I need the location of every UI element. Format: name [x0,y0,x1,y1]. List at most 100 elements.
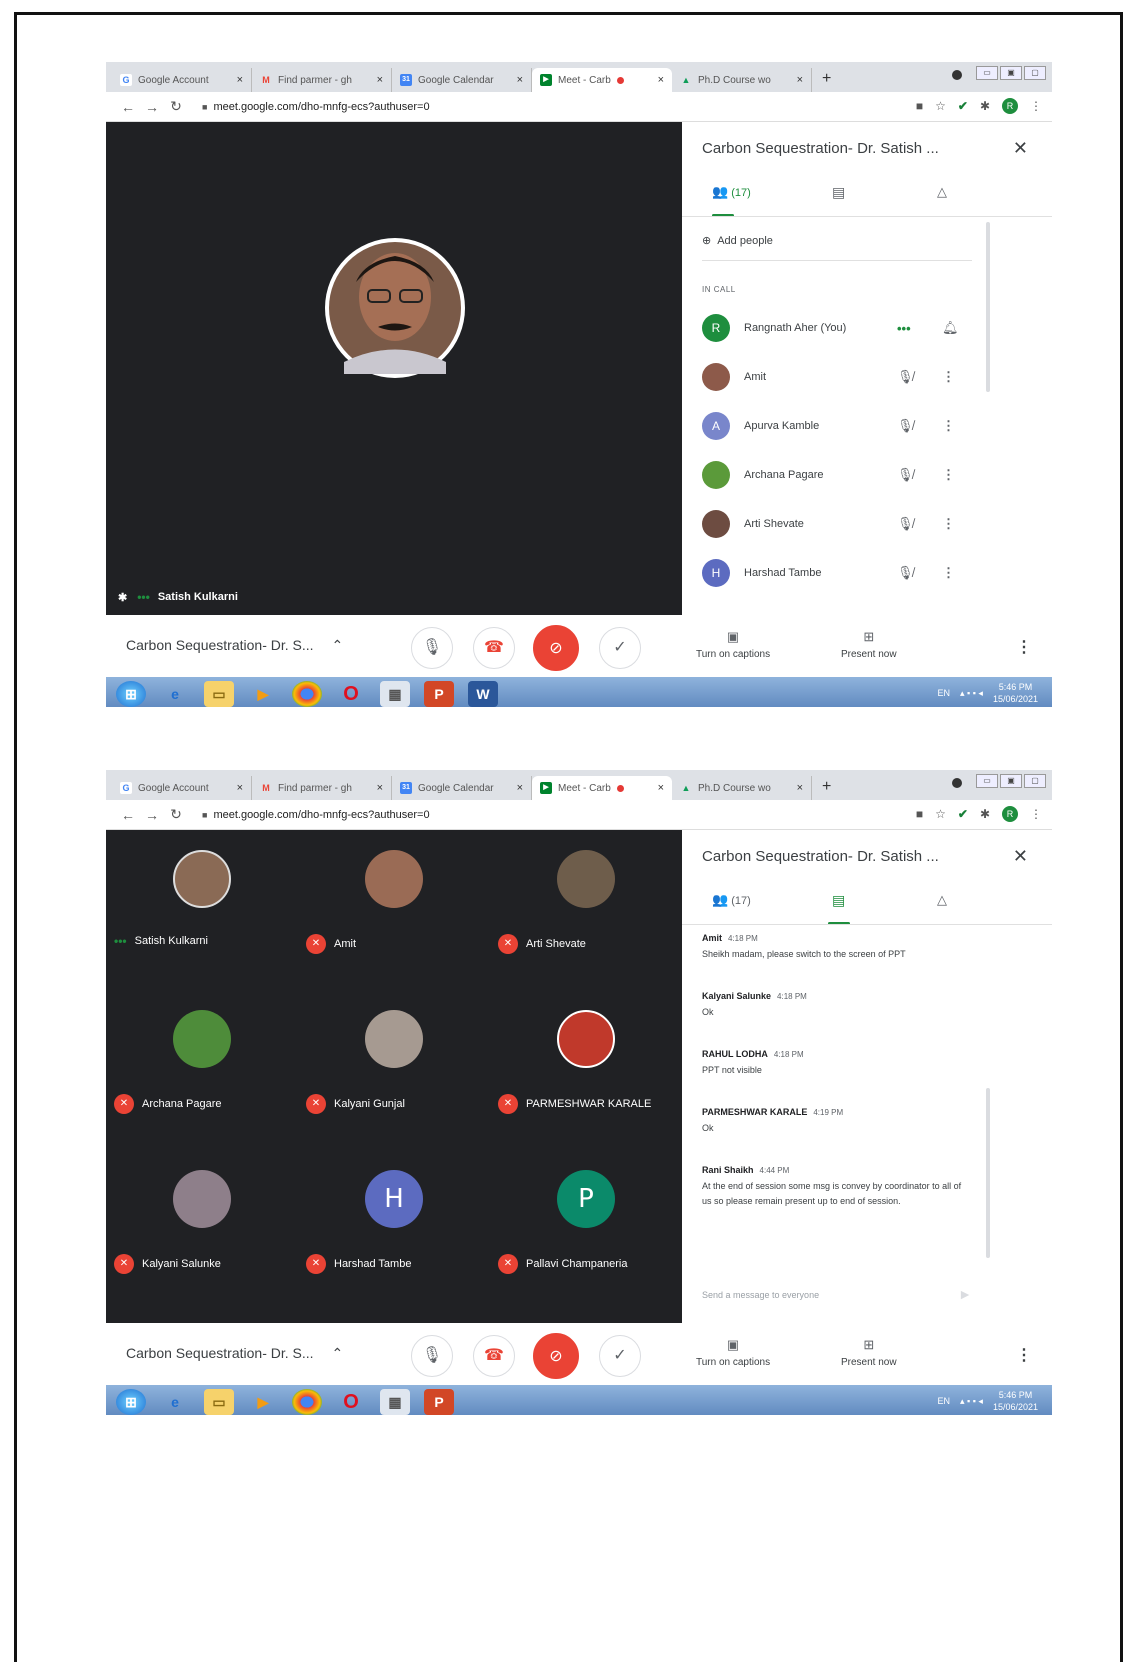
profile-avatar[interactable]: R [1002,98,1018,114]
close-icon[interactable]: × [658,782,664,794]
more-options-icon[interactable]: ⋮ [942,369,955,385]
check-extension-button[interactable]: ✓ [599,1335,641,1377]
participant-tile[interactable]: P ✕ Pallavi Champaneria [490,1150,682,1310]
browser-tab-active[interactable]: ▶ Meet - Carb × [532,776,672,800]
captions-button[interactable]: ▣ Turn on captions [696,629,770,660]
browser-tab[interactable]: 31 Google Calendar × [392,776,532,800]
participant-tile[interactable]: ✕ Archana Pagare [106,990,298,1150]
browser-tab[interactable]: ▲ Ph.D Course wo × [672,776,812,800]
puzzle-icon[interactable]: ✱ [980,99,990,113]
browser-tab[interactable]: M Find parmer - gh × [252,68,392,92]
add-people-button[interactable]: ⊕ Add people [702,234,773,247]
forward-icon[interactable]: → [140,99,164,115]
close-icon[interactable]: × [658,74,664,86]
internet-explorer-icon[interactable]: e [160,1389,190,1415]
camera-icon[interactable]: ■ [916,807,923,821]
profile-avatar[interactable]: R [1002,806,1018,822]
close-icon[interactable]: ✕ [1013,846,1028,867]
back-icon[interactable]: ← [116,99,140,115]
meeting-details-button[interactable]: Carbon Sequestration- Dr. S... ⌃ [126,637,343,654]
present-now-button[interactable]: ⊞ Present now [841,1337,897,1368]
camera-icon[interactable]: ■ [916,99,923,113]
tab-people[interactable]: 👥 (17) [712,892,751,908]
tab-activities[interactable]: △ [937,184,947,200]
tab-chat[interactable]: ▤ [832,184,845,201]
close-icon[interactable]: × [237,74,243,86]
participant-tile[interactable]: H ✕ Harshad Tambe [298,1150,490,1310]
pin-icon[interactable]: ✱ [118,591,127,604]
tab-people[interactable]: 👥 (17) [712,184,751,200]
chat-input[interactable]: Send a message to everyone [702,1290,819,1300]
language-indicator[interactable]: EN [938,688,951,698]
browser-tab[interactable]: M Find parmer - gh × [252,776,392,800]
clock[interactable]: 5:46 PM 15/06/2021 [993,681,1038,705]
participant-tile[interactable]: ✕ Amit [298,830,490,990]
back-icon[interactable]: ← [116,807,140,823]
new-tab-icon[interactable]: + [822,70,831,88]
folder-icon[interactable]: ▭ [204,1389,234,1415]
start-icon[interactable]: ⊞ [116,681,146,707]
url-text[interactable]: meet.google.com/dho-mnfg-ecs?authuser=0 [213,809,429,821]
microphone-button[interactable]: 🎙︎ [411,1335,453,1377]
url-text[interactable]: meet.google.com/dho-mnfg-ecs?authuser=0 [213,101,429,113]
close-icon[interactable]: × [237,782,243,794]
star-icon[interactable]: ☆ [935,807,946,821]
camera-off-button[interactable]: ⊘ [533,625,579,671]
camera-off-button[interactable]: ⊘ [533,1333,579,1379]
close-icon[interactable]: × [517,782,523,794]
leave-call-button[interactable]: ☎︎ [473,1335,515,1377]
scrollbar[interactable] [986,222,990,392]
close-icon[interactable]: ✕ [1013,138,1028,159]
puzzle-icon[interactable]: ✱ [980,807,990,821]
forward-icon[interactable]: → [140,807,164,823]
star-icon[interactable]: ☆ [935,99,946,113]
tray-icons[interactable]: ▴ ▪ ▪ ◂ [960,688,983,699]
check-extension-icon[interactable]: ✔ [958,807,968,821]
language-indicator[interactable]: EN [938,1396,951,1406]
more-options-icon[interactable]: ⋮ [942,565,955,581]
leave-call-button[interactable]: ☎︎ [473,627,515,669]
clock[interactable]: 5:46 PM 15/06/2021 [993,1389,1038,1413]
more-options-icon[interactable]: ⋮ [1016,637,1032,657]
close-icon[interactable]: × [797,782,803,794]
send-icon[interactable]: ► [958,1286,972,1302]
tab-chat[interactable]: ▤ [832,892,845,909]
present-now-button[interactable]: ⊞ Present now [841,629,897,660]
more-options-icon[interactable]: ⋮ [942,516,955,532]
media-player-icon[interactable]: ▶ [248,1389,278,1415]
browser-tab[interactable]: G Google Account × [112,776,252,800]
opera-icon[interactable]: O [336,681,366,707]
chrome-icon[interactable] [292,1389,322,1415]
start-icon[interactable]: ⊞ [116,1389,146,1415]
powerpoint-icon[interactable]: P [424,1389,454,1415]
restore-icon[interactable]: ▣ [1000,774,1022,788]
meeting-details-button[interactable]: Carbon Sequestration- Dr. S... ⌃ [126,1345,343,1362]
word-icon[interactable]: W [468,681,498,707]
more-options-icon[interactable]: ⋮ [1016,1345,1032,1365]
reload-icon[interactable]: ↻ [164,98,188,115]
menu-icon[interactable]: ⋮ [1030,99,1042,113]
participant-tile[interactable]: ✕ Arti Shevate [490,830,682,990]
browser-tab-active[interactable]: ▶ Meet - Carb × [532,68,672,92]
close-icon[interactable]: × [517,74,523,86]
close-icon[interactable]: × [377,74,383,86]
internet-explorer-icon[interactable]: e [160,681,190,707]
scrollbar[interactable] [986,1088,990,1258]
close-icon[interactable]: × [797,74,803,86]
check-extension-button[interactable]: ✓ [599,627,641,669]
participant-tile[interactable]: ✕ PARMESHWAR KARALE [490,990,682,1150]
microphone-button[interactable]: 🎙︎ [411,627,453,669]
minimize-icon[interactable]: ▭ [976,774,998,788]
browser-tab[interactable]: ▲ Ph.D Course wo × [672,68,812,92]
powerpoint-icon[interactable]: P [424,681,454,707]
browser-tab[interactable]: 31 Google Calendar × [392,68,532,92]
new-tab-icon[interactable]: + [822,778,831,796]
media-player-icon[interactable]: ▶ [248,681,278,707]
participant-tile[interactable]: ✕ Kalyani Gunjal [298,990,490,1150]
close-window-icon[interactable]: ▢ [1024,774,1046,788]
captions-button[interactable]: ▣ Turn on captions [696,1337,770,1368]
participant-tile[interactable]: ✕ Kalyani Salunke [106,1150,298,1310]
reload-icon[interactable]: ↻ [164,806,188,823]
check-extension-icon[interactable]: ✔ [958,99,968,113]
menu-icon[interactable]: ⋮ [1030,807,1042,821]
